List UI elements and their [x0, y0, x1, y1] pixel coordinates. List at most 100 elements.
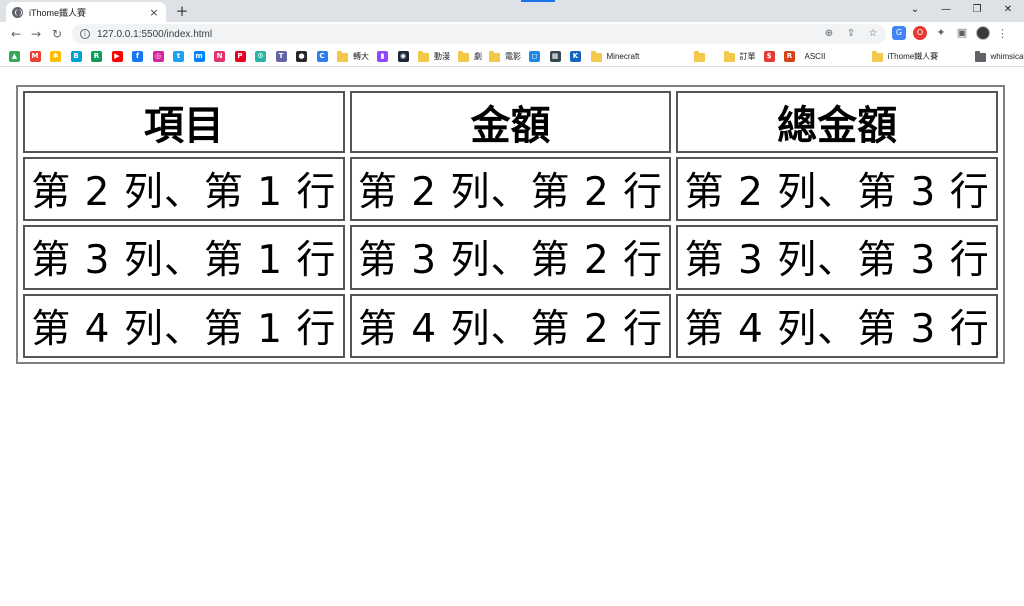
bookmark-folder[interactable]: 動漫	[418, 50, 450, 63]
bookmark-folder[interactable]: ASCII	[805, 50, 826, 63]
bookmark-label: Minecraft	[606, 52, 640, 61]
bookmark-app[interactable]: K	[570, 50, 581, 63]
browser-toolbar: ← → ↻ i 127.0.0.1:5500/index.html ⊕ ⇪ ☆ …	[0, 22, 1024, 46]
bookmark-github[interactable]: ●	[296, 50, 307, 63]
info-icon[interactable]: i	[80, 29, 90, 39]
bookmark-app[interactable]: $	[763, 50, 775, 63]
minimize-button[interactable]: —	[937, 3, 955, 17]
instagram-icon: ◎	[152, 51, 164, 62]
app-icon: ◻	[529, 51, 540, 62]
browser-tab[interactable]: iThome鐵人賽 ×	[6, 2, 166, 22]
bookmark-pinterest[interactable]: P	[234, 50, 246, 63]
star-icon[interactable]: ☆	[866, 27, 880, 41]
url-text[interactable]: 127.0.0.1:5500/index.html	[97, 29, 212, 40]
opera-icon[interactable]: O	[913, 26, 927, 40]
bookmark-twitch[interactable]: ▮	[377, 50, 388, 63]
address-bar[interactable]: i 127.0.0.1:5500/index.html ⊕ ⇪ ☆	[72, 24, 886, 44]
bookmark-app[interactable]: N	[214, 50, 225, 63]
bookmark-label: 轉大	[353, 52, 369, 61]
bookmark-app[interactable]: R	[91, 50, 102, 63]
app-icon: C	[316, 51, 328, 62]
bookmark-youtube[interactable]: ▶	[111, 50, 123, 63]
bookmark-folder[interactable]: whimsical	[974, 50, 1024, 63]
menu-icon[interactable]: ⋮	[997, 27, 1008, 40]
restore-button[interactable]: ❐	[968, 3, 986, 17]
back-arrow-icon[interactable]: ←	[8, 26, 24, 42]
bookmark-label: 劇	[474, 52, 482, 61]
bookmark-folder[interactable]: 訂單	[723, 50, 756, 63]
gmail-icon: M	[29, 51, 41, 62]
table-row: 第 3 列、第 1 行 第 3 列、第 2 行 第 3 列、第 3 行	[23, 225, 998, 290]
bookmark-app[interactable]: R	[784, 50, 795, 63]
bookmark-facebook[interactable]: f	[132, 50, 143, 63]
bookmark-teams[interactable]: T	[275, 50, 287, 63]
bookmark-folder[interactable]: 轉大	[337, 50, 369, 63]
bookmark-folder[interactable]: 劇	[458, 50, 482, 63]
tab-search-button[interactable]: ⌄	[906, 3, 924, 17]
twitch-icon: ▮	[377, 51, 388, 62]
app-icon: R	[784, 51, 795, 62]
folder-icon	[693, 50, 705, 62]
bookmark-folder[interactable]: Minecraft	[590, 50, 640, 63]
app-icon: N	[214, 51, 225, 62]
folder-icon	[723, 50, 735, 62]
table-cell: 第 2 列、第 3 行	[676, 157, 998, 222]
bookmark-instagram[interactable]: ◎	[152, 50, 164, 63]
drive-icon: ▲	[9, 51, 20, 62]
translate-icon[interactable]: G	[892, 26, 906, 40]
twitter-icon: t	[173, 51, 184, 62]
puzzle-icon[interactable]: ✦	[934, 26, 948, 40]
avatar[interactable]	[976, 26, 990, 40]
close-icon[interactable]: ×	[148, 6, 160, 19]
app-icon: ▦	[549, 51, 561, 62]
folder-icon	[871, 50, 883, 62]
bookmark-app[interactable]: ▦	[549, 50, 561, 63]
table-cell: 第 3 列、第 2 行	[349, 225, 672, 290]
table-cell: 第 2 列、第 1 行	[23, 157, 345, 222]
close-window-button[interactable]: ✕	[999, 3, 1017, 17]
header-cell-amount: 金額	[349, 91, 672, 153]
sidebar-icon[interactable]: ▣	[955, 26, 969, 40]
table-cell: 第 3 列、第 1 行	[23, 225, 345, 290]
bookmark-label: 訂單	[739, 52, 756, 61]
bookmark-twitter[interactable]: t	[173, 50, 184, 63]
github-icon: ●	[296, 51, 307, 62]
folder-icon	[590, 50, 602, 62]
extensions-area: G O ✦ ▣ ⋮	[892, 26, 1008, 40]
bookmark-label: whimsical	[990, 52, 1024, 61]
bookmark-bilibili[interactable]: B	[70, 50, 82, 63]
table-cell: 第 3 列、第 3 行	[676, 225, 998, 290]
table-cell: 第 4 列、第 3 行	[676, 293, 998, 358]
zoom-icon[interactable]: ⊕	[822, 27, 836, 41]
bookmark-app[interactable]: ⚙	[255, 50, 266, 63]
facebook-icon: f	[132, 51, 143, 62]
reload-icon[interactable]: ↻	[49, 26, 65, 42]
messenger-icon: m	[193, 51, 205, 62]
folder-icon	[489, 50, 500, 62]
app-icon: R	[91, 51, 102, 62]
bookmark-drive[interactable]: ▲	[9, 50, 20, 63]
pinterest-icon: P	[234, 51, 246, 62]
header-cell-item: 項目	[23, 91, 345, 153]
bookmark-app[interactable]: C	[316, 50, 328, 63]
forward-arrow-icon[interactable]: →	[28, 26, 44, 42]
steam-icon: ◉	[397, 51, 409, 62]
bookmark-steam[interactable]: ◉	[397, 50, 409, 63]
bookmark-messenger[interactable]: m	[193, 50, 205, 63]
folder-icon	[458, 50, 469, 62]
share-icon[interactable]: ⇪	[844, 27, 858, 41]
bookmark-label: iThome鐵人賽	[887, 52, 939, 61]
bookmark-gmail[interactable]: M	[29, 50, 41, 63]
new-tab-button[interactable]: +	[174, 3, 190, 19]
bookmark-folder[interactable]	[693, 50, 710, 63]
folder-icon	[974, 50, 986, 62]
table-cell: 第 4 列、第 2 行	[349, 293, 672, 358]
table-cell: 第 4 列、第 1 行	[23, 293, 345, 358]
bilibili-icon: B	[70, 51, 82, 62]
bookmark-app[interactable]: ◻	[529, 50, 540, 63]
bookmark-folder[interactable]: iThome鐵人賽	[871, 50, 939, 63]
table-row: 第 4 列、第 1 行 第 4 列、第 2 行 第 4 列、第 3 行	[23, 293, 998, 358]
globe-icon	[12, 6, 23, 18]
bookmark-folder[interactable]: 電影	[489, 50, 521, 63]
bookmark-photos[interactable]: ✱	[50, 50, 61, 63]
